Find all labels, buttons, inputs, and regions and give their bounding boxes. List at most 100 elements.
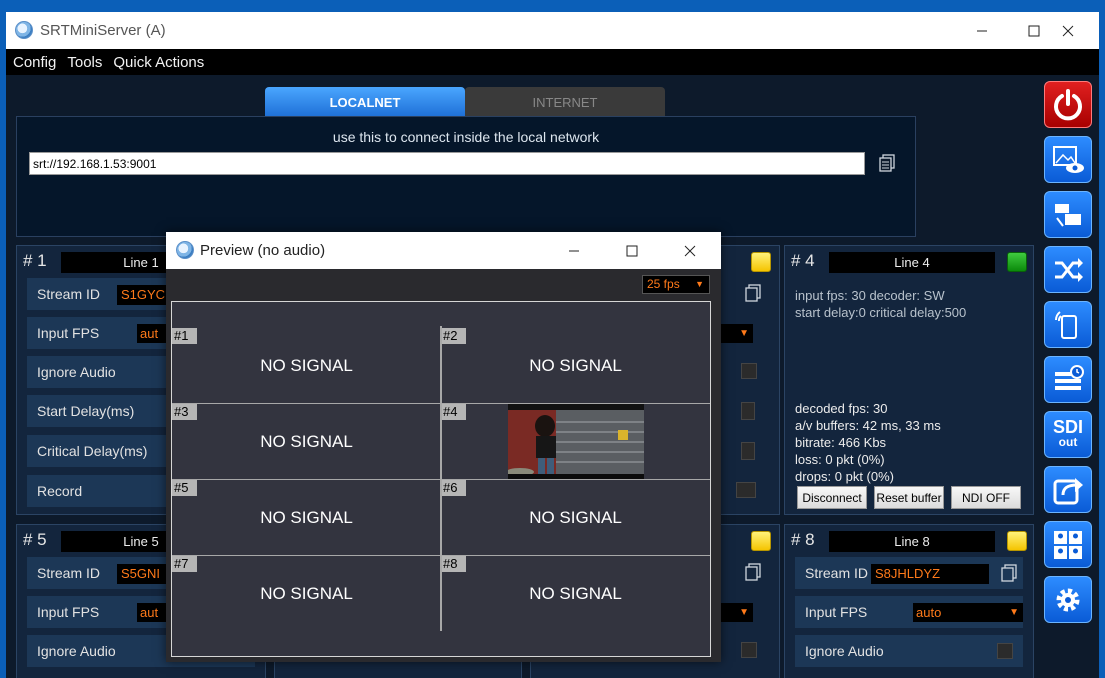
srt-url-field[interactable] <box>29 152 865 175</box>
ignore-audio-checkbox[interactable] <box>741 363 757 379</box>
share-button[interactable] <box>1044 466 1092 513</box>
minimize-button[interactable] <box>954 12 1010 49</box>
fps-value: 25 fps <box>647 277 680 291</box>
cell-tag: #2 <box>441 328 466 344</box>
shuffle-icon <box>1055 257 1083 282</box>
input-fps-value: auto <box>916 605 942 620</box>
stat-av-buffers: a/v buffers: 42 ms, 33 ms <box>795 418 941 433</box>
chevron-down-icon: ▼ <box>695 279 704 289</box>
ignore-audio-row: Ignore Audio <box>795 635 1023 667</box>
grid-divider <box>440 326 442 631</box>
cell-tag: #1 <box>172 328 197 344</box>
tab-localnet[interactable]: LOCALNET <box>265 87 465 117</box>
disconnect-button[interactable]: Disconnect <box>797 486 867 509</box>
share-arrow-icon <box>1053 477 1083 504</box>
title-bar: SRTMiniServer (A) <box>6 12 1099 49</box>
fps-dropdown[interactable]: 25 fps ▼ <box>642 275 710 294</box>
line-number: # 5 <box>23 530 47 549</box>
input-fps-dropdown[interactable]: auto ▼ <box>913 603 1023 622</box>
network-devices-button[interactable] <box>1044 191 1092 238</box>
ignore-audio-checkbox[interactable] <box>741 642 757 658</box>
ignore-audio-label: Ignore Audio <box>37 364 116 380</box>
preview-cell-4[interactable]: #4 <box>441 404 710 479</box>
input-fps-label: Input FPS <box>805 604 868 620</box>
copy-icon[interactable] <box>745 563 761 581</box>
stat-drops: drops: 0 pkt (0%) <box>795 469 894 484</box>
menu-quick-actions[interactable]: Quick Actions <box>113 54 204 71</box>
copy-icon[interactable] <box>1001 564 1017 582</box>
stat-decoded-fps: decoded fps: 30 <box>795 401 888 416</box>
preview-cell-2[interactable]: #2 NO SIGNAL <box>441 328 710 403</box>
preview-cell-7[interactable]: #7 NO SIGNAL <box>172 556 441 631</box>
input-fps-value: aut <box>140 605 159 620</box>
stream-id-row: Stream ID S8JHLDYZ <box>795 557 1023 589</box>
copy-icon[interactable] <box>745 284 761 302</box>
cell-tag: #4 <box>441 404 466 420</box>
critical-delay-spinner[interactable] <box>741 442 755 460</box>
copy-icon[interactable] <box>879 154 895 172</box>
stream-id-label: Stream ID <box>805 565 869 581</box>
preview-title: Preview (no audio) <box>200 242 326 259</box>
preview-window: Preview (no audio) 25 fps ▼ #1 NO SIGNAL… <box>166 232 721 662</box>
preview-minimize-button[interactable] <box>546 232 602 269</box>
preview-cell-1[interactable]: #1 NO SIGNAL <box>172 328 441 403</box>
power-button[interactable] <box>1044 81 1092 128</box>
record-label: Record <box>37 483 83 499</box>
start-delay-spinner[interactable] <box>741 402 755 420</box>
preview-grid: #1 NO SIGNAL #2 NO SIGNAL #3 NO SIGNAL #… <box>171 301 711 657</box>
no-signal-text: NO SIGNAL <box>260 356 353 375</box>
close-button[interactable] <box>1040 12 1096 49</box>
preview-close-button[interactable] <box>662 232 718 269</box>
reset-buffer-button[interactable]: Reset buffer <box>874 486 944 509</box>
users-button[interactable] <box>1044 521 1092 568</box>
line-panel-4: # 4 Line 4 input fps: 30 decoder: SW sta… <box>784 245 1034 515</box>
input-fps-label: Input FPS <box>37 325 100 341</box>
ignore-audio-checkbox[interactable] <box>997 643 1013 659</box>
preview-eye-icon <box>1053 145 1084 173</box>
status-led <box>751 531 771 551</box>
chevron-down-icon: ▼ <box>739 328 749 339</box>
input-fps-dropdown[interactable]: ▼ <box>721 324 753 343</box>
close-icon <box>684 245 696 256</box>
sdi-out-button[interactable]: SDI out <box>1044 411 1092 458</box>
mobile-button[interactable] <box>1044 301 1092 348</box>
cell-tag: #6 <box>441 480 466 496</box>
app-logo-icon <box>176 241 194 259</box>
preview-cell-5[interactable]: #5 NO SIGNAL <box>172 480 441 555</box>
schedule-icon <box>1055 364 1084 390</box>
no-signal-text: NO SIGNAL <box>529 584 622 603</box>
tab-internet[interactable]: INTERNET <box>465 87 665 117</box>
preview-button[interactable] <box>1044 136 1092 183</box>
record-browse-button[interactable] <box>736 482 756 498</box>
line-name: Line 8 <box>829 531 995 552</box>
preview-cell-3[interactable]: #3 NO SIGNAL <box>172 404 441 479</box>
preview-maximize-button[interactable] <box>604 232 660 269</box>
no-signal-text: NO SIGNAL <box>260 508 353 527</box>
status-led <box>1007 531 1027 551</box>
schedule-button[interactable] <box>1044 356 1092 403</box>
maximize-icon <box>1028 25 1040 36</box>
stream-id-value[interactable]: S8JHLDYZ <box>871 564 989 584</box>
ndi-toggle-button[interactable]: NDI OFF <box>951 486 1021 509</box>
stream-id-label: Stream ID <box>37 565 101 581</box>
start-delay-label: Start Delay(ms) <box>37 403 135 419</box>
cell-tag: #8 <box>441 556 466 572</box>
shuffle-button[interactable] <box>1044 246 1092 293</box>
mobile-wifi-icon <box>1055 310 1077 339</box>
connect-hint: use this to connect inside the local net… <box>332 129 600 145</box>
preview-cell-8[interactable]: #8 NO SIGNAL <box>441 556 710 631</box>
network-devices-icon <box>1055 203 1081 227</box>
menu-tools[interactable]: Tools <box>67 54 102 71</box>
input-fps-dropdown[interactable]: ▼ <box>721 603 753 622</box>
cell-tag: #7 <box>172 556 197 572</box>
preview-cell-6[interactable]: #6 NO SIGNAL <box>441 480 710 555</box>
sdi-out-icon: SDI <box>1052 416 1083 437</box>
cell-tag: #3 <box>172 404 197 420</box>
line-name: Line 4 <box>829 252 995 273</box>
no-signal-text: NO SIGNAL <box>260 432 353 451</box>
connect-panel: use this to connect inside the local net… <box>16 116 916 237</box>
menu-config[interactable]: Config <box>13 54 56 71</box>
no-signal-text: NO SIGNAL <box>529 356 622 375</box>
settings-button[interactable] <box>1044 576 1092 623</box>
power-icon <box>1054 88 1082 120</box>
